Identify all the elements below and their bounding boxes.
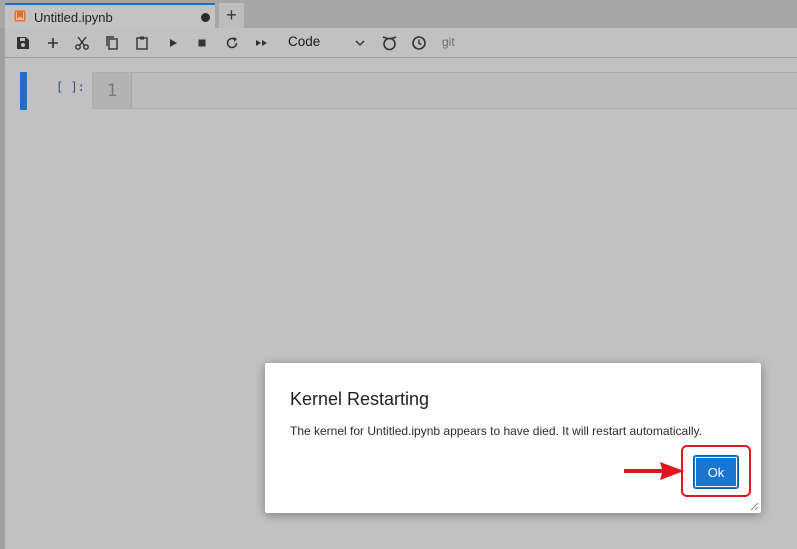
add-cell-icon[interactable]	[45, 35, 61, 51]
chevron-down-icon	[355, 40, 365, 47]
new-tab-button[interactable]: +	[219, 3, 244, 28]
run-icon[interactable]	[165, 35, 181, 51]
stop-icon[interactable]	[194, 35, 210, 51]
left-edge-strip	[0, 0, 5, 549]
kernel-icon[interactable]	[381, 34, 398, 52]
dialog-message: The kernel for Untitled.ipynb appears to…	[290, 424, 702, 438]
tab-bar: Untitled.ipynb +	[0, 0, 797, 28]
cell-type-dropdown[interactable]: Code	[288, 34, 368, 52]
code-cell-editor[interactable]: 1	[92, 72, 797, 109]
save-icon[interactable]	[15, 35, 31, 51]
ok-button[interactable]: Ok	[693, 455, 739, 489]
notebook-toolbar: Code git	[5, 28, 797, 58]
cell-type-value: Code	[288, 34, 321, 49]
notebook-tab[interactable]: Untitled.ipynb	[5, 3, 215, 28]
unsaved-indicator-icon[interactable]	[201, 13, 210, 22]
cell-prompt: [ ]:	[56, 80, 85, 94]
copy-icon[interactable]	[104, 35, 120, 51]
resize-grip-icon[interactable]	[749, 501, 759, 511]
line-number: 1	[106, 81, 118, 101]
red-arrow-annotation-icon	[624, 462, 684, 480]
fast-forward-icon[interactable]	[254, 35, 270, 51]
tab-title: Untitled.ipynb	[34, 10, 113, 25]
restart-icon[interactable]	[224, 35, 240, 51]
active-cell-indicator[interactable]	[20, 72, 27, 110]
dialog-title: Kernel Restarting	[290, 389, 430, 409]
kernel-restarting-dialog: Kernel Restarting The kernel for Untitle…	[265, 363, 761, 513]
line-number-gutter: 1	[93, 73, 132, 108]
cut-icon[interactable]	[74, 35, 90, 51]
git-label[interactable]: git	[442, 35, 455, 49]
notebook-icon	[14, 10, 26, 22]
paste-icon[interactable]	[134, 35, 150, 51]
clock-icon[interactable]	[411, 35, 427, 51]
